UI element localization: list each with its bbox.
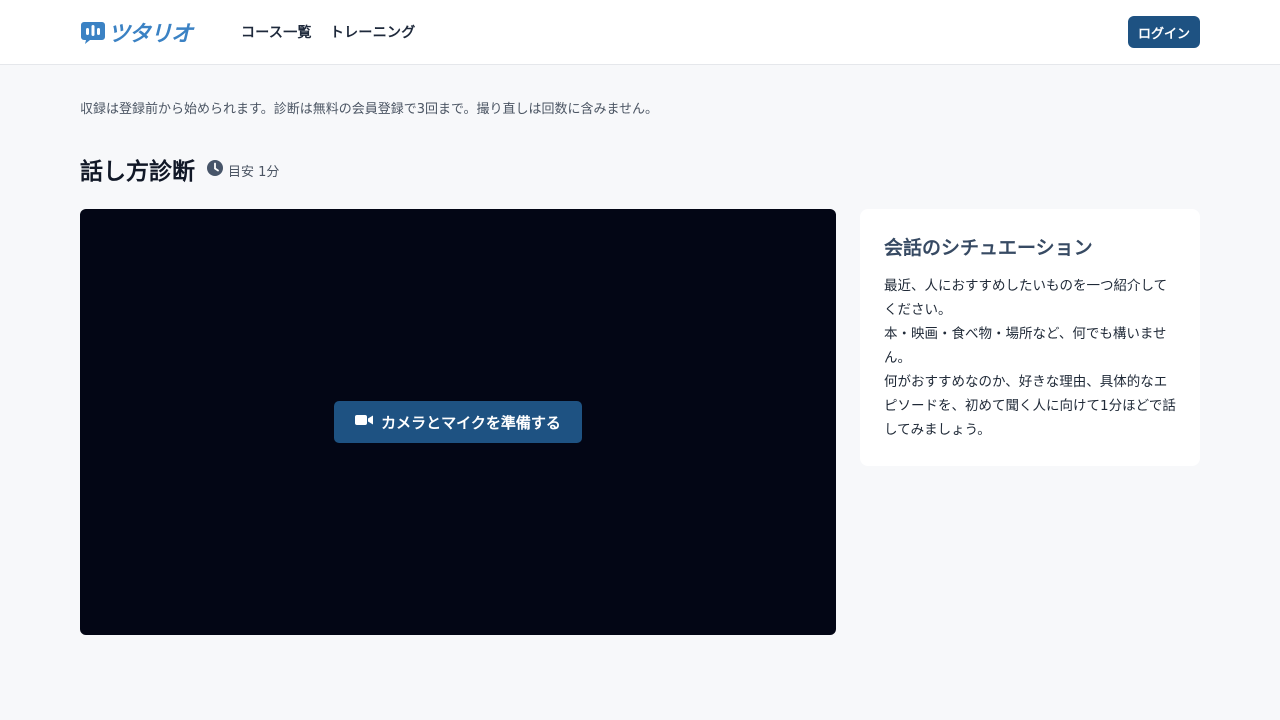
title-row: 話し方診断 目安 1分 <box>80 152 279 186</box>
login-button[interactable]: ログイン <box>1128 16 1200 48</box>
site-logo[interactable]: ツタリオ <box>80 18 193 47</box>
recording-notice: 収録は登録前から始められます。診断は無料の会員登録で3回まで。撮り直しは回数に含… <box>80 102 659 117</box>
main-nav: コース一覧 トレーニング <box>241 22 416 42</box>
duration-badge: 目安 1分 <box>207 160 279 180</box>
situation-body: 最近、人におすすめしたいものを一つ紹介してください。 本・映画・食べ物・場所など… <box>884 274 1176 442</box>
situation-paragraph: 最近、人におすすめしたいものを一つ紹介してください。 <box>884 278 1168 318</box>
nav-item-courses[interactable]: コース一覧 <box>241 22 312 42</box>
nav-item-training[interactable]: トレーニング <box>330 22 416 42</box>
page-title: 話し方診断 <box>80 159 195 185</box>
video-camera-icon <box>355 413 374 431</box>
situation-paragraph: 本・映画・食べ物・場所など、何でも構いません。 <box>884 326 1167 366</box>
prepare-label: カメラとマイクを準備する <box>381 413 561 432</box>
situation-card: 会話のシチュエーション 最近、人におすすめしたいものを一つ紹介してください。 本… <box>860 209 1200 466</box>
prepare-camera-mic-button[interactable]: カメラとマイクを準備する <box>334 401 582 443</box>
site-header: ツタリオ コース一覧 トレーニング ログイン <box>0 0 1280 65</box>
video-preview: カメラとマイクを準備する <box>80 209 836 635</box>
duration-label: 目安 1分 <box>228 164 280 180</box>
situation-title: 会話のシチュエーション <box>884 237 1093 259</box>
clock-icon <box>207 160 223 180</box>
logo-text: ツタリオ <box>108 22 193 47</box>
situation-paragraph: 何がおすすめなのか、好きな理由、具体的なエピソードを、初めて聞く人に向けて1分ほ… <box>884 374 1176 438</box>
speech-bubble-logo-icon <box>80 20 106 44</box>
